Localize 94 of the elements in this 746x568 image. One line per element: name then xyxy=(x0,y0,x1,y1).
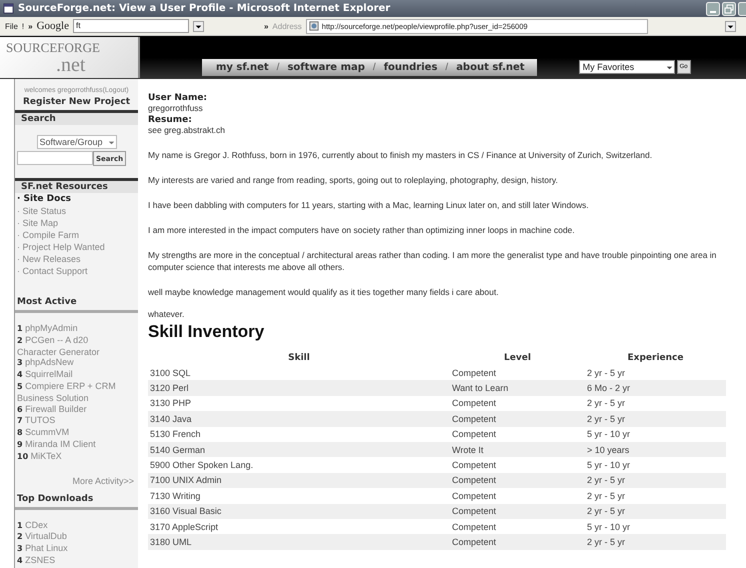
google-button[interactable]: Google xyxy=(36,20,69,32)
nav-link[interactable]: my sf.net xyxy=(216,62,269,73)
section-title: Search xyxy=(15,110,138,125)
table-cell: 2 yr - 5 yr xyxy=(585,411,726,427)
table-cell: 3130 PHP xyxy=(148,396,450,412)
project-link[interactable]: 5 Compiere ERP + CRM Business Solution xyxy=(17,380,124,404)
links-button[interactable]: ! xyxy=(22,22,24,30)
table-cell: 3120 Perl xyxy=(148,380,450,396)
field-value: gregorrothfuss xyxy=(148,103,204,114)
register-link[interactable]: Register New Project xyxy=(15,96,138,110)
project-link[interactable]: 10 MiKTeX xyxy=(17,450,124,463)
section-heading: Skill Inventory xyxy=(148,322,266,342)
table-cell: 5130 French xyxy=(148,426,450,442)
dropdown-icon[interactable] xyxy=(192,20,204,32)
table-cell: 2 yr - 5 yr xyxy=(585,396,726,412)
table-cell: Competent xyxy=(450,488,585,504)
paragraph: well maybe knowledge management would qualify as it ties together many fields i care about. xyxy=(148,286,500,298)
table-cell: Competent xyxy=(450,396,585,412)
column-header: Skill xyxy=(287,352,311,365)
table-cell: 2 yr - 5 yr xyxy=(585,472,726,488)
paragraph: whatever. xyxy=(148,309,186,319)
menu-item[interactable]: File xyxy=(5,22,18,30)
table-cell: Want to Learn xyxy=(450,380,585,396)
separator: / xyxy=(276,62,280,73)
table-cell: 6 Mo - 2 yr xyxy=(585,380,726,396)
table-cell: 3170 AppleScript xyxy=(148,518,450,534)
separator: / xyxy=(445,62,448,73)
project-link[interactable]: 1 CDex xyxy=(17,520,124,532)
paragraph: I am more interested in the impact computers have on society rather than optimizing inner loops in machine code. xyxy=(148,224,576,236)
table-cell: 5140 German xyxy=(148,442,450,458)
table-cell: 2 yr - 5 yr xyxy=(585,504,726,519)
logo: SOURCEFORGE .net xyxy=(0,37,140,78)
table-cell: Competent xyxy=(450,411,585,427)
project-link[interactable]: 1 phpMyAdmin xyxy=(17,323,124,335)
close-icon[interactable] xyxy=(738,2,746,16)
project-link[interactable]: 6 Firewall Builder xyxy=(17,404,124,416)
table-cell: Competent xyxy=(450,518,585,534)
resource-link[interactable]: · Site Docs xyxy=(15,193,138,205)
search-field[interactable]: ft xyxy=(72,19,189,33)
project-link[interactable]: 9 Miranda IM Client xyxy=(17,438,124,451)
paragraph: My interests are varied and range from reading, sports, going out to roleplaying, photography, design, history. xyxy=(148,174,559,186)
project-link[interactable]: 7 TUTOS xyxy=(17,415,124,428)
table-cell: 7100 UNIX Admin xyxy=(148,472,450,488)
table-cell: 2 yr - 5 yr xyxy=(585,534,726,550)
project-link[interactable]: 3 phpAdsNew xyxy=(17,357,124,370)
table-cell: 2 yr - 5 yr xyxy=(585,488,726,504)
project-link[interactable]: 4 SquirrelMail xyxy=(17,369,124,381)
restore-icon[interactable] xyxy=(722,2,736,16)
project-link[interactable]: 4 ZSNES xyxy=(17,554,124,567)
table-cell-text: 5 yr - 10 yr xyxy=(586,459,632,472)
separator: / xyxy=(372,62,376,73)
table-cell-text: Competent xyxy=(451,459,498,472)
address-label: Address xyxy=(272,22,302,30)
table-cell: 5 yr - 10 yr xyxy=(585,518,726,534)
window-icon xyxy=(3,3,14,14)
column-header: Level xyxy=(503,352,532,365)
table-cell: 7130 Writing xyxy=(148,488,450,504)
search-input[interactable] xyxy=(17,151,93,165)
paragraph: My name is Gregor J. Rothfuss, born in 1976, currently about to finish my masters in CS / Finance at University of Zurich, Switzerland. xyxy=(148,149,654,161)
nav-link[interactable]: foundries xyxy=(384,62,438,73)
project-link[interactable]: 8 ScummVM xyxy=(17,427,124,439)
nav-link[interactable]: about sf.net xyxy=(456,62,525,73)
section-title: SF.net Resources xyxy=(15,178,138,193)
table-cell: 5 yr - 10 yr xyxy=(585,426,726,442)
minimize-icon[interactable] xyxy=(706,2,720,16)
table-cell: 3160 Visual Basic xyxy=(148,504,450,519)
table-cell: Competent xyxy=(450,504,585,519)
nav-link[interactable]: software map xyxy=(287,62,365,73)
paragraph: My strengths are more in the conceptual / architectural areas rather than coding. I am more the generalist type and have trouble pinpointing one area in computer science that interests me above all others. xyxy=(148,249,718,273)
paragraph: I have been dabbling with computers for 11 years, starting with a Mac, learning Linux later on, and still later Windows. xyxy=(148,199,590,211)
column-header: Experience xyxy=(626,352,684,365)
chevron-button[interactable]: » xyxy=(28,22,33,30)
table-cell: > 10 years xyxy=(585,442,726,458)
project-link[interactable]: 3 Phat Linux xyxy=(17,543,124,555)
window-title: SourceForge.net: View a User Profile - Microsoft Internet Explorer xyxy=(18,3,392,14)
table-cell: Competent xyxy=(450,426,585,442)
table-cell: 3100 SQL xyxy=(148,365,450,380)
table-cell: Wrote It xyxy=(450,442,585,458)
field-label: User Name: xyxy=(148,93,208,103)
page-icon xyxy=(308,21,319,31)
table-cell: Competent xyxy=(450,534,585,550)
table-cell: 2 yr - 5 yr xyxy=(585,365,726,380)
category-dropdown[interactable]: Software/Group xyxy=(36,135,116,149)
table-cell: 3140 Java xyxy=(148,411,450,427)
table-cell: Competent xyxy=(450,472,585,488)
chevron-button[interactable]: » xyxy=(264,22,268,30)
field-value: see greg.abstrakt.ch xyxy=(148,125,226,136)
field-label: Resume: xyxy=(148,115,193,125)
table-cell-text: 5900 Other Spoken Lang. xyxy=(149,459,254,472)
table-cell: Competent xyxy=(450,365,585,380)
dropdown-icon[interactable] xyxy=(725,20,736,32)
table-cell: 3180 UML xyxy=(148,534,450,550)
project-link[interactable]: 2 VirtualDub xyxy=(17,531,124,544)
favorites-dropdown[interactable]: My Favorites xyxy=(578,60,675,74)
